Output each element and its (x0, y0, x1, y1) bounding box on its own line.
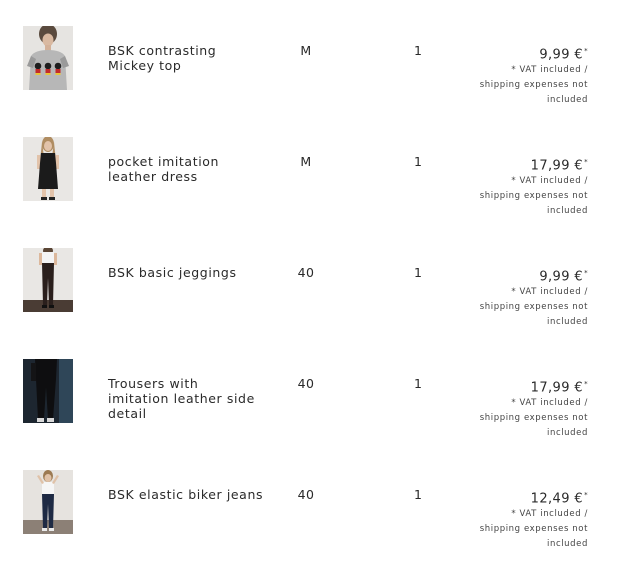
product-image (23, 26, 73, 90)
price-value: 9,99 € (539, 269, 584, 285)
product-name[interactable]: BSK basic jeggings (108, 265, 268, 280)
product-size: 40 (297, 376, 315, 391)
product-price: 17,99 €* (448, 154, 588, 174)
vat-note: * VAT included / shipping expenses not i… (479, 176, 588, 217)
price-asterisk: * (584, 47, 588, 55)
price-block: 12,49 €* * VAT included / shipping expen… (448, 487, 588, 552)
price-asterisk: * (584, 380, 588, 388)
product-name[interactable]: BSK contrasting Mickey top (108, 43, 268, 73)
price-block: 17,99 €* * VAT included / shipping expen… (448, 376, 588, 441)
price-asterisk: * (584, 158, 588, 166)
product-image (23, 248, 73, 312)
product-size: 40 (297, 487, 315, 502)
product-size: M (300, 154, 312, 169)
cart-row: BSK basic jeggings 40 1 9,99 €* * VAT in… (0, 248, 624, 358)
price-value: 12,49 € (530, 491, 584, 507)
cart-row: BSK contrasting Mickey top M 1 9,99 €* *… (0, 26, 624, 136)
product-image (23, 137, 73, 201)
vat-note: * VAT included / shipping expenses not i… (479, 65, 588, 106)
price-value: 9,99 € (539, 47, 584, 63)
product-price: 12,49 €* (448, 487, 588, 507)
product-thumbnail[interactable] (23, 470, 73, 534)
product-size: M (300, 43, 312, 58)
cart-item-list: BSK contrasting Mickey top M 1 9,99 €* *… (0, 0, 624, 562)
product-quantity: 1 (414, 376, 422, 391)
vat-note: * VAT included / shipping expenses not i… (479, 287, 588, 328)
price-value: 17,99 € (530, 380, 584, 396)
product-quantity: 1 (414, 487, 422, 502)
product-price: 17,99 €* (448, 376, 588, 396)
product-thumbnail[interactable] (23, 26, 73, 90)
product-thumbnail[interactable] (23, 248, 73, 312)
cart-row: pocket imitation leather dress M 1 17,99… (0, 137, 624, 247)
product-name[interactable]: pocket imitation leather dress (108, 154, 268, 184)
product-thumbnail[interactable] (23, 359, 73, 423)
vat-note: * VAT included / shipping expenses not i… (479, 398, 588, 439)
vat-note: * VAT included / shipping expenses not i… (479, 509, 588, 550)
product-name[interactable]: BSK elastic biker jeans (108, 487, 268, 502)
product-price: 9,99 €* (448, 265, 588, 285)
product-image (23, 470, 73, 534)
price-block: 9,99 €* * VAT included / shipping expens… (448, 43, 588, 108)
product-image (23, 359, 73, 423)
product-thumbnail[interactable] (23, 137, 73, 201)
price-block: 9,99 €* * VAT included / shipping expens… (448, 265, 588, 330)
price-value: 17,99 € (530, 158, 584, 174)
cart-row: Trousers with imitation leather side det… (0, 359, 624, 469)
price-block: 17,99 €* * VAT included / shipping expen… (448, 154, 588, 219)
price-asterisk: * (584, 269, 588, 277)
product-quantity: 1 (414, 43, 422, 58)
product-price: 9,99 €* (448, 43, 588, 63)
price-asterisk: * (584, 491, 588, 499)
product-size: 40 (297, 265, 315, 280)
product-quantity: 1 (414, 265, 422, 280)
product-name[interactable]: Trousers with imitation leather side det… (108, 376, 268, 421)
product-quantity: 1 (414, 154, 422, 169)
cart-row: BSK elastic biker jeans 40 1 12,49 €* * … (0, 470, 624, 580)
